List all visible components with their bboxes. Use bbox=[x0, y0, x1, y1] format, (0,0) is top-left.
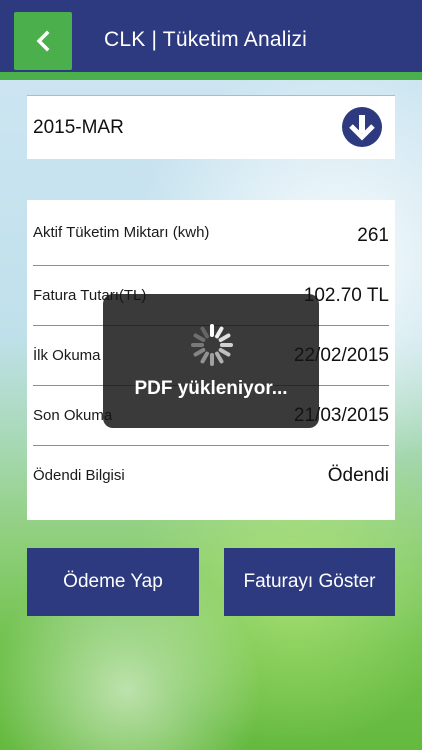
show-invoice-button[interactable]: Faturayı Göster bbox=[224, 548, 395, 616]
detail-value: 261 bbox=[357, 225, 389, 246]
header-accent-stripe bbox=[0, 72, 422, 80]
app-header: CLK | Tüketim Analizi bbox=[0, 0, 422, 72]
detail-label: İlk Okuma bbox=[33, 347, 101, 364]
detail-value: Ödendi bbox=[327, 465, 389, 486]
chevron-down-circle-icon[interactable] bbox=[341, 106, 383, 148]
spinner-icon bbox=[191, 324, 233, 366]
loading-text: PDF yükleniyor... bbox=[134, 378, 288, 399]
detail-label: Ödendi Bilgisi bbox=[33, 467, 125, 484]
back-button[interactable] bbox=[14, 12, 72, 70]
detail-row-consumption: Aktif Tüketim Miktarı (kwh) 261 bbox=[33, 206, 389, 266]
detail-label: Aktif Tüketim Miktarı (kwh) bbox=[33, 224, 210, 241]
pay-button[interactable]: Ödeme Yap bbox=[27, 548, 199, 616]
period-value: 2015-MAR bbox=[33, 117, 124, 138]
chevron-left-icon bbox=[36, 30, 50, 52]
detail-label: Son Okuma bbox=[33, 407, 113, 424]
period-selector[interactable]: 2015-MAR bbox=[27, 95, 395, 159]
detail-row-payment-status: Ödendi Bilgisi Ödendi bbox=[33, 446, 389, 506]
page-title: CLK | Tüketim Analizi bbox=[104, 28, 308, 51]
loading-overlay: PDF yükleniyor... bbox=[103, 294, 319, 428]
